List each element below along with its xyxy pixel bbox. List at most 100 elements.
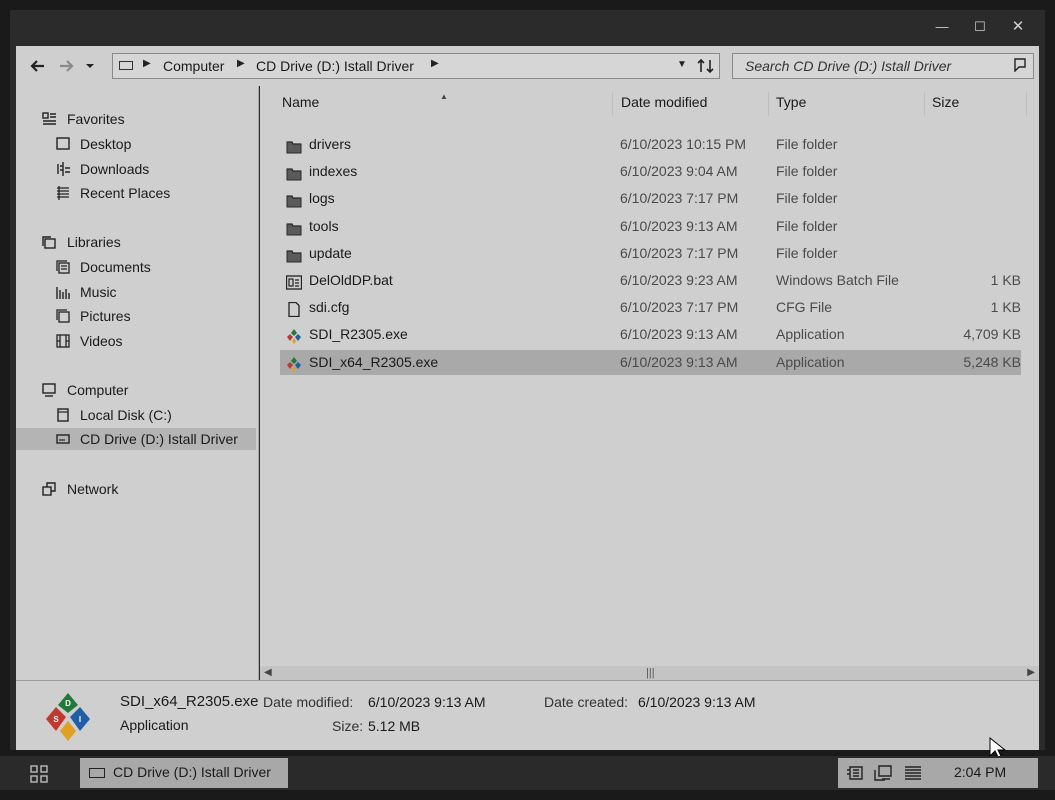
file-type: File folder <box>776 163 838 180</box>
folder-icon <box>286 219 302 236</box>
file-row[interactable]: logs 6/10/2023 7:17 PM File folder <box>280 186 1021 211</box>
taskbar-clock[interactable]: 2:04 PM <box>954 764 1006 780</box>
scroll-grip-icon[interactable]: ||| <box>646 666 655 680</box>
title-bar: — ☐ ✕ <box>10 10 1045 44</box>
batch-file-icon <box>285 273 303 290</box>
column-header-name[interactable]: Name <box>282 94 319 110</box>
address-bar[interactable]: ▶ Computer ▶ CD Drive (D:) Istall Driver… <box>112 53 720 79</box>
close-button[interactable]: ✕ <box>999 10 1037 44</box>
computer-icon <box>42 383 56 397</box>
back-button[interactable] <box>26 54 50 78</box>
network-tray-icon[interactable] <box>874 765 892 781</box>
breadcrumb-separator-icon[interactable]: ▶ <box>431 58 439 69</box>
system-tray: 2:04 PM <box>838 758 1038 788</box>
drive-icon <box>119 61 133 70</box>
nav-documents-label: Documents <box>80 259 151 275</box>
file-row[interactable]: indexes 6/10/2023 9:04 AM File folder <box>280 159 1021 184</box>
nav-documents[interactable]: Documents <box>16 256 256 278</box>
nav-cd-drive-label: CD Drive (D:) Istall Driver <box>80 431 238 447</box>
column-header-size[interactable]: Size <box>932 94 959 110</box>
file-size: 4,709 KB <box>963 326 1021 343</box>
column-divider[interactable] <box>612 92 613 116</box>
nav-desktop[interactable]: Desktop <box>16 133 256 155</box>
taskbar-explorer-button[interactable]: CD Drive (D:) Istall Driver <box>80 758 288 788</box>
nav-local-disk-label: Local Disk (C:) <box>80 407 172 423</box>
file-row[interactable]: drivers 6/10/2023 10:15 PM File folder <box>280 132 1021 157</box>
file-name: update <box>309 244 352 261</box>
folder-icon <box>286 246 302 263</box>
column-header-type[interactable]: Type <box>776 94 806 110</box>
file-name: logs <box>309 190 335 207</box>
file-type: Application <box>776 353 845 370</box>
taskbar-app-label: CD Drive (D:) Istall Driver <box>113 764 271 780</box>
file-row[interactable]: tools 6/10/2023 9:13 AM File folder <box>280 214 1021 239</box>
file-size: 5,248 KB <box>963 353 1021 370</box>
file-type: File folder <box>776 136 838 152</box>
file-row[interactable]: sdi.cfg 6/10/2023 7:17 PM CFG File 1 KB <box>280 295 1021 320</box>
nav-local-disk-c[interactable]: Local Disk (C:) <box>16 404 256 426</box>
file-row[interactable]: SDI_R2305.exe 6/10/2023 9:13 AM Applicatio… <box>280 322 1021 347</box>
search-icon[interactable] <box>1013 58 1027 72</box>
chevron-down-icon <box>86 64 94 68</box>
file-size: 1 KB <box>990 299 1021 316</box>
column-header-date[interactable]: Date modified <box>621 94 707 110</box>
sort-ascending-icon: ▲ <box>440 92 448 101</box>
column-divider[interactable] <box>768 92 769 116</box>
taskbar: CD Drive (D:) Istall Driver 2:04 PM <box>0 756 1055 790</box>
nav-downloads-label: Downloads <box>80 161 150 177</box>
nav-music[interactable]: Music <box>16 281 256 303</box>
file-date-modified: 6/10/2023 9:04 AM <box>620 163 738 180</box>
details-size-value: 5.12 MB <box>368 718 421 734</box>
explorer-window: — ☐ ✕ ▶ Computer ▶ CD Drive (D:) Istall … <box>10 10 1045 750</box>
nav-libraries[interactable]: Libraries <box>16 231 256 253</box>
local-disk-icon <box>57 408 69 422</box>
file-row[interactable]: SDI_x64_R2305.exe 6/10/2023 9:13 AM Applic… <box>280 349 1021 375</box>
task-view-grid-icon[interactable] <box>30 765 48 783</box>
nav-recent-places[interactable]: Recent Places <box>16 182 256 204</box>
file-date-modified: 6/10/2023 7:17 PM <box>620 299 739 316</box>
refresh-icon[interactable] <box>697 58 715 74</box>
sdi-app-icon <box>286 355 302 372</box>
recent-locations-button[interactable] <box>78 54 102 78</box>
breadcrumb-cd-drive[interactable]: CD Drive (D:) Istall Driver <box>256 58 414 74</box>
nav-downloads[interactable]: Downloads <box>16 158 256 180</box>
arrow-right-icon <box>60 60 74 72</box>
navigation-bar: ▶ Computer ▶ CD Drive (D:) Istall Driver… <box>16 46 1039 86</box>
address-history-dropdown-icon[interactable]: ▼ <box>677 59 687 70</box>
file-type: Windows Batch File <box>776 272 899 288</box>
file-row[interactable]: DelOldDP.bat 6/10/2023 9:23 AM Windows Bat… <box>280 268 1021 293</box>
nav-videos[interactable]: Videos <box>16 330 256 352</box>
column-divider[interactable] <box>924 92 925 116</box>
maximize-button[interactable]: ☐ <box>961 10 999 44</box>
search-box[interactable]: Search CD Drive (D:) Istall Driver <box>732 53 1034 79</box>
file-row[interactable]: update 6/10/2023 7:17 PM File folder <box>280 241 1021 266</box>
details-pane: D S I SDI_x64_R2305.exe Application Date… <box>16 680 1039 750</box>
notes-tray-icon[interactable] <box>846 765 864 781</box>
minimize-button[interactable]: — <box>923 10 961 44</box>
breadcrumb-separator-icon[interactable]: ▶ <box>143 58 151 69</box>
nav-pictures[interactable]: Pictures <box>16 305 256 327</box>
breadcrumb-separator-icon[interactable]: ▶ <box>237 58 245 69</box>
nav-favorites[interactable]: Favorites <box>16 108 256 130</box>
file-type: File folder <box>776 190 838 207</box>
search-placeholder: Search CD Drive (D:) Istall Driver <box>745 58 952 74</box>
nav-desktop-label: Desktop <box>80 136 132 152</box>
breadcrumb-computer[interactable]: Computer <box>163 58 224 74</box>
nav-network[interactable]: Network <box>16 478 256 500</box>
forward-button[interactable] <box>54 54 78 78</box>
menu-tray-icon[interactable] <box>904 765 922 781</box>
nav-computer[interactable]: Computer <box>16 379 256 401</box>
column-divider[interactable] <box>1026 92 1027 116</box>
file-type: File folder <box>776 217 838 234</box>
videos-icon <box>56 334 70 348</box>
horizontal-scrollbar[interactable]: ◀ ||| ▶ <box>260 666 1039 680</box>
file-type: Application <box>776 326 845 343</box>
nav-cd-drive-d[interactable]: CD Drive (D:) Istall Driver <box>16 428 256 450</box>
nav-computer-label: Computer <box>67 382 129 398</box>
file-name: SDI_R2305.exe <box>309 326 408 343</box>
details-file-type: Application <box>120 717 189 733</box>
recent-places-icon <box>57 186 69 200</box>
scroll-right-icon[interactable]: ▶ <box>1027 666 1035 680</box>
scroll-left-icon[interactable]: ◀ <box>264 666 272 680</box>
screen-bottom-strip <box>0 790 1055 800</box>
